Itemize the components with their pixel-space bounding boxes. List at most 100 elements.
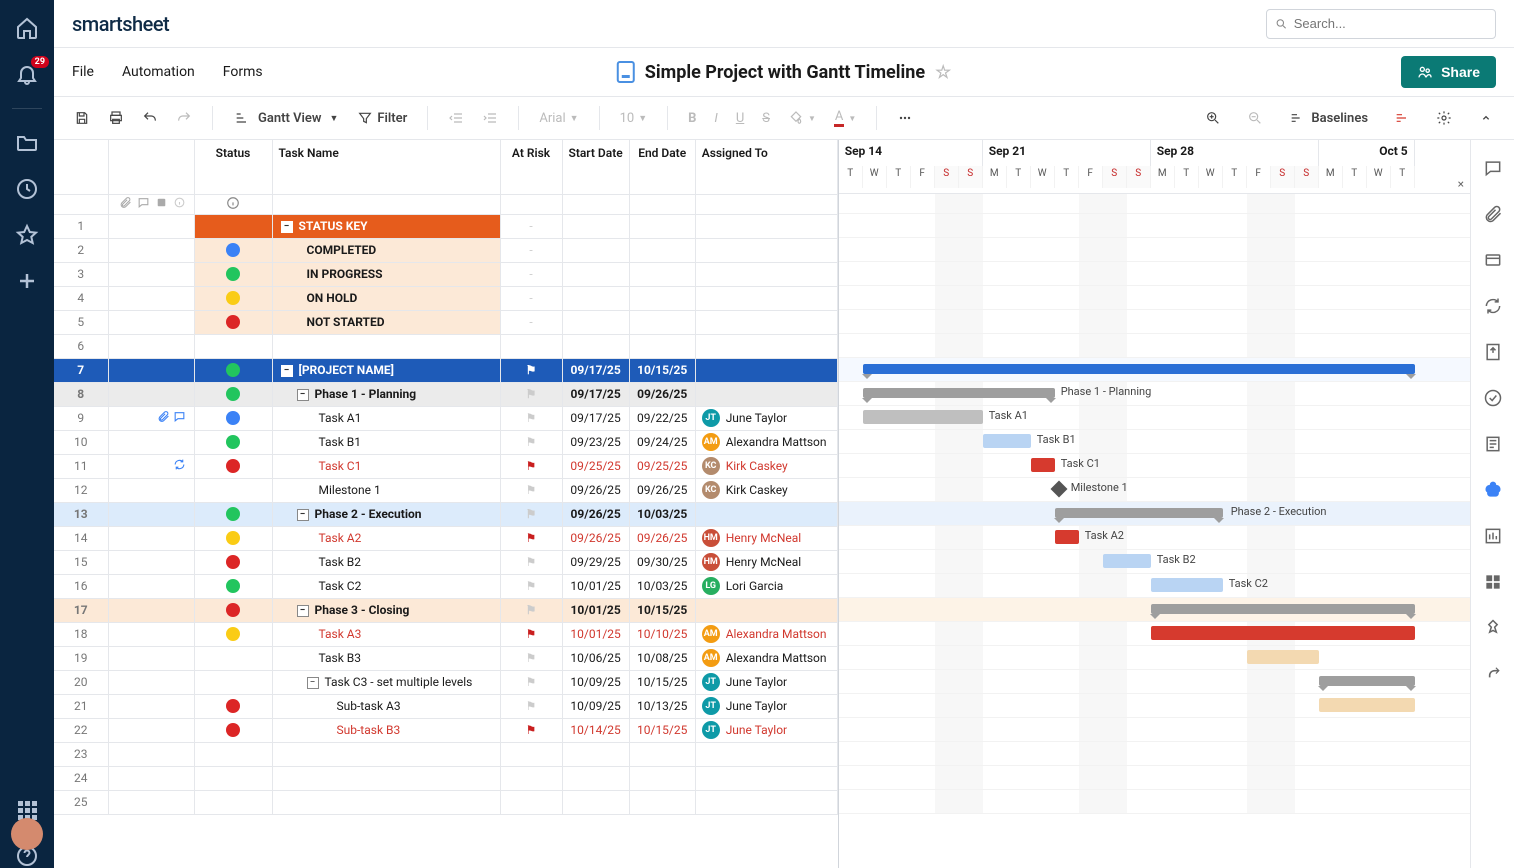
row-number[interactable]: 11 xyxy=(54,454,108,478)
search-input[interactable] xyxy=(1294,16,1487,31)
table-row[interactable]: 9 Task A1⚑09/17/2509/22/25JTJune Taylor xyxy=(54,406,837,430)
end-date-cell[interactable]: 10/03/25 xyxy=(629,502,695,526)
table-row[interactable]: 10Task B1⚑09/23/2509/24/25AMAlexandra Ma… xyxy=(54,430,837,454)
favorites-icon[interactable] xyxy=(15,223,39,247)
pin-icon[interactable] xyxy=(1483,618,1503,638)
grid-table[interactable]: Status Task Name At Risk Start Date End … xyxy=(54,140,838,815)
start-date-cell[interactable]: 10/01/25 xyxy=(562,574,629,598)
gantt-row[interactable] xyxy=(839,766,1470,790)
end-date-cell[interactable] xyxy=(629,238,695,262)
col-risk[interactable]: At Risk xyxy=(500,140,562,194)
user-avatar[interactable] xyxy=(11,818,43,850)
gantt-row[interactable] xyxy=(839,334,1470,358)
col-assigned[interactable]: Assigned To xyxy=(695,140,837,194)
strike-icon[interactable]: S xyxy=(756,104,776,132)
start-date-cell[interactable]: 10/01/25 xyxy=(562,598,629,622)
filter-button[interactable]: Filter xyxy=(351,104,413,132)
row-number[interactable]: 8 xyxy=(54,382,108,406)
gantt-row[interactable] xyxy=(839,238,1470,262)
end-date-cell[interactable]: 09/22/25 xyxy=(629,406,695,430)
milestone-marker[interactable] xyxy=(1050,481,1067,498)
end-date-cell[interactable] xyxy=(629,790,695,814)
row-number[interactable]: 16 xyxy=(54,574,108,598)
gantt-bar[interactable] xyxy=(1319,698,1415,712)
gantt-row[interactable] xyxy=(839,718,1470,742)
collapse-toggle[interactable]: − xyxy=(281,365,293,377)
end-date-cell[interactable]: 09/26/25 xyxy=(629,382,695,406)
row-number[interactable]: 4 xyxy=(54,286,108,310)
row-number[interactable]: 13 xyxy=(54,502,108,526)
start-date-cell[interactable]: 09/26/25 xyxy=(562,478,629,502)
table-row[interactable]: 13−Phase 2 - Execution⚑09/26/2510/03/25 xyxy=(54,502,837,526)
table-row[interactable]: 18Task A3⚑10/01/2510/10/25AMAlexandra Ma… xyxy=(54,622,837,646)
table-row[interactable]: 11Task C1⚑09/25/2509/25/25KCKirk Caskey xyxy=(54,454,837,478)
font-size-select[interactable]: 10 ▼ xyxy=(614,104,654,132)
end-date-cell[interactable] xyxy=(629,334,695,358)
row-number[interactable]: 7 xyxy=(54,358,108,382)
critical-path-icon[interactable] xyxy=(1388,104,1416,132)
gantt-row[interactable] xyxy=(839,262,1470,286)
gantt-bar[interactable] xyxy=(1151,626,1415,640)
start-date-cell[interactable]: 10/14/25 xyxy=(562,718,629,742)
gantt-row[interactable]: Task A2 xyxy=(839,526,1470,550)
row-number[interactable]: 23 xyxy=(54,742,108,766)
table-row[interactable]: 24 xyxy=(54,766,837,790)
start-date-cell[interactable]: 09/26/25 xyxy=(562,526,629,550)
end-date-cell[interactable]: 10/15/25 xyxy=(629,670,695,694)
table-row[interactable]: 17−Phase 3 - Closing⚑10/01/2510/15/25 xyxy=(54,598,837,622)
row-number[interactable]: 17 xyxy=(54,598,108,622)
row-number[interactable]: 14 xyxy=(54,526,108,550)
row-number[interactable]: 18 xyxy=(54,622,108,646)
start-date-cell[interactable]: 09/17/25 xyxy=(562,406,629,430)
gantt-row[interactable]: Phase 1 - Planning xyxy=(839,382,1470,406)
start-date-cell[interactable] xyxy=(562,766,629,790)
attachments-icon[interactable] xyxy=(1483,204,1503,224)
fill-color-icon[interactable]: ▼ xyxy=(782,104,822,132)
end-date-cell[interactable] xyxy=(629,310,695,334)
gantt-row[interactable]: Phase 2 - Execution xyxy=(839,502,1470,526)
start-date-cell[interactable]: 09/25/25 xyxy=(562,454,629,478)
end-date-cell[interactable]: 10/13/25 xyxy=(629,694,695,718)
recents-icon[interactable] xyxy=(15,177,39,201)
end-date-cell[interactable] xyxy=(629,286,695,310)
start-date-cell[interactable]: 10/06/25 xyxy=(562,646,629,670)
collapse-toggle[interactable]: − xyxy=(297,605,309,617)
gantt-row[interactable] xyxy=(839,310,1470,334)
start-date-cell[interactable]: 09/26/25 xyxy=(562,502,629,526)
table-row[interactable]: 3IN PROGRESS- xyxy=(54,262,837,286)
settings-icon[interactable] xyxy=(1430,104,1458,132)
table-row[interactable]: 5NOT STARTED- xyxy=(54,310,837,334)
end-date-cell[interactable]: 09/26/25 xyxy=(629,526,695,550)
font-select[interactable]: Arial ▼ xyxy=(533,104,584,132)
start-date-cell[interactable] xyxy=(562,238,629,262)
gantt-row[interactable] xyxy=(839,670,1470,694)
gantt-bar[interactable] xyxy=(863,410,983,424)
proofs-icon[interactable] xyxy=(1483,250,1503,270)
publish-icon[interactable] xyxy=(1483,342,1503,362)
undo-icon[interactable] xyxy=(136,104,164,132)
zoom-out-icon[interactable] xyxy=(1241,104,1269,132)
table-row[interactable]: 19Task B3⚑10/06/2510/08/25AMAlexandra Ma… xyxy=(54,646,837,670)
row-number[interactable]: 22 xyxy=(54,718,108,742)
row-number[interactable]: 19 xyxy=(54,646,108,670)
gantt-row[interactable] xyxy=(839,742,1470,766)
close-gantt-icon[interactable]: × xyxy=(1458,177,1464,191)
collapse-toggle[interactable]: − xyxy=(297,509,309,521)
gantt-bar[interactable] xyxy=(863,364,1415,374)
gantt-bar[interactable] xyxy=(1055,508,1223,518)
start-date-cell[interactable]: 09/17/25 xyxy=(562,358,629,382)
col-start[interactable]: Start Date xyxy=(562,140,629,194)
doc-title[interactable]: Simple Project with Gantt Timeline xyxy=(645,62,925,83)
table-row[interactable]: 16Task C2⚑10/01/2510/03/25LGLori Garcia xyxy=(54,574,837,598)
update-requests-icon[interactable] xyxy=(1483,296,1503,316)
table-row[interactable]: 22Sub-task B3⚑10/14/2510/15/25JTJune Tay… xyxy=(54,718,837,742)
baselines-button[interactable]: Baselines xyxy=(1283,104,1374,132)
end-date-cell[interactable]: 10/15/25 xyxy=(629,718,695,742)
table-row[interactable]: 21Sub-task A3⚑10/09/2510/13/25JTJune Tay… xyxy=(54,694,837,718)
table-row[interactable]: 20−Task C3 - set multiple levels⚑10/09/2… xyxy=(54,670,837,694)
outdent-icon[interactable] xyxy=(442,104,470,132)
start-date-cell[interactable]: 09/29/25 xyxy=(562,550,629,574)
resource-mgmt-icon[interactable] xyxy=(1483,572,1503,592)
table-row[interactable]: 23 xyxy=(54,742,837,766)
table-row[interactable]: 12Milestone 1⚑09/26/2509/26/25KCKirk Cas… xyxy=(54,478,837,502)
